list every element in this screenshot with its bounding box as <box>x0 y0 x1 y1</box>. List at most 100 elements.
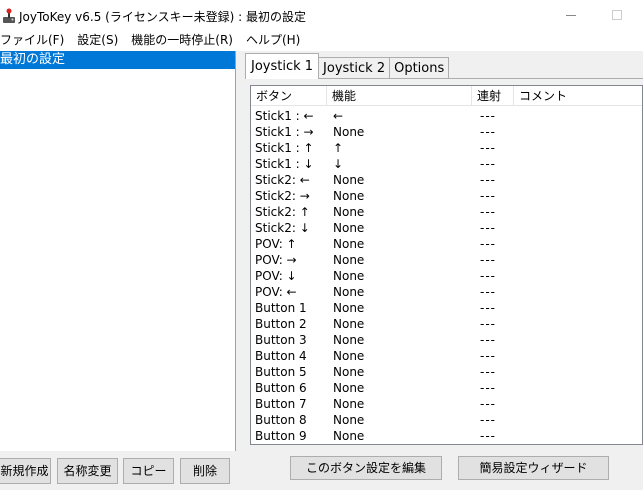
cell-turbo: --- <box>480 381 496 395</box>
table-row[interactable]: Button 1 None --- <box>251 300 642 316</box>
minimize-icon <box>566 14 576 16</box>
menu-bar: ファイル(F) 設定(S) 機能の一時停止(R) ヘルプ(H) <box>0 30 643 50</box>
cell-function: None <box>333 173 365 187</box>
joystick-icon <box>3 8 15 23</box>
cell-function: None <box>333 301 365 315</box>
cell-function: None <box>333 253 365 267</box>
mapping-panel: Joystick 1 Joystick 2 Options ボタン 機能 連射 … <box>242 51 643 490</box>
cell-turbo: --- <box>480 333 496 347</box>
cell-button-name: Button 1 <box>255 301 307 315</box>
new-config-button[interactable]: 新規作成 <box>0 458 51 484</box>
list-header: ボタン 機能 連射 コメント <box>251 86 642 106</box>
table-row[interactable]: Stick2: ↑ None --- <box>251 204 642 220</box>
cell-button-name: Button 8 <box>255 413 307 427</box>
table-row[interactable]: Button 9 None --- <box>251 428 642 444</box>
table-row[interactable]: Stick1 : ↓ ↓ --- <box>251 156 642 172</box>
cell-turbo: --- <box>480 109 496 123</box>
table-row[interactable]: Stick2: ← None --- <box>251 172 642 188</box>
cell-button-name: Stick1 : ↓ <box>255 157 314 171</box>
cell-button-name: Stick1 : ← <box>255 109 314 123</box>
cell-function: None <box>333 317 365 331</box>
table-row[interactable]: Stick1 : → None --- <box>251 124 642 140</box>
cell-turbo: --- <box>480 365 496 379</box>
table-row[interactable]: Button 2 None --- <box>251 316 642 332</box>
cell-button-name: Button 9 <box>255 429 307 443</box>
cell-button-name: Stick2: ↓ <box>255 221 310 235</box>
table-row[interactable]: Button 8 None --- <box>251 412 642 428</box>
menu-pause[interactable]: 機能の一時停止(R) <box>131 30 233 50</box>
cell-function: None <box>333 221 365 235</box>
cell-turbo: --- <box>480 125 496 139</box>
cell-button-name: POV: ↑ <box>255 237 297 251</box>
table-row[interactable]: Button 3 None --- <box>251 332 642 348</box>
column-header-button[interactable]: ボタン <box>251 86 327 106</box>
cell-turbo: --- <box>480 205 496 219</box>
tab-strip: Joystick 1 Joystick 2 Options <box>245 53 450 79</box>
cell-function: None <box>333 429 365 443</box>
cell-turbo: --- <box>480 189 496 203</box>
table-row[interactable]: Stick1 : ← ← --- <box>251 108 642 124</box>
table-row[interactable]: Button 7 None --- <box>251 396 642 412</box>
config-panel: 最初の設定 <box>0 51 236 451</box>
maximize-button[interactable] <box>594 0 640 30</box>
rename-config-button[interactable]: 名称変更 <box>57 458 118 484</box>
minimize-button[interactable] <box>548 0 594 30</box>
copy-config-button[interactable]: コピー <box>123 458 174 484</box>
tab-options[interactable]: Options <box>389 57 450 79</box>
cell-button-name: Button 3 <box>255 333 307 347</box>
window-title: JoyToKey v6.5 (ライセンスキー未登録) : 最初の設定 <box>19 10 306 24</box>
edit-button-setting-button[interactable]: このボタン設定を編集 <box>290 456 442 480</box>
cell-turbo: --- <box>480 285 496 299</box>
cell-turbo: --- <box>480 253 496 267</box>
button-mapping-list[interactable]: ボタン 機能 連射 コメント Stick1 : ← ← --- Stick1 : → N… <box>250 85 643 445</box>
table-row[interactable]: Button 5 None --- <box>251 364 642 380</box>
table-row[interactable]: POV: → None --- <box>251 252 642 268</box>
cell-function: None <box>333 189 365 203</box>
column-header-function[interactable]: 機能 <box>327 86 472 106</box>
menu-file[interactable]: ファイル(F) <box>0 30 64 50</box>
cell-turbo: --- <box>480 173 496 187</box>
menu-help[interactable]: ヘルプ(H) <box>246 30 300 50</box>
table-row[interactable]: Button 4 None --- <box>251 348 642 364</box>
cell-button-name: Button 2 <box>255 317 307 331</box>
config-item[interactable]: 最初の設定 <box>0 51 235 69</box>
table-row[interactable]: POV: ← None --- <box>251 284 642 300</box>
cell-button-name: Stick2: ← <box>255 173 310 187</box>
cell-button-name: POV: → <box>255 253 297 267</box>
cell-turbo: --- <box>480 157 496 171</box>
cell-function: None <box>333 125 365 139</box>
tab-joystick-1[interactable]: Joystick 1 <box>245 53 320 79</box>
cell-button-name: Stick2: ↑ <box>255 205 310 219</box>
cell-function: None <box>333 237 365 251</box>
column-header-turbo[interactable]: 連射 <box>472 86 514 106</box>
table-row[interactable]: Stick2: ↓ None --- <box>251 220 642 236</box>
table-row[interactable]: Stick2: → None --- <box>251 188 642 204</box>
cell-function: None <box>333 285 365 299</box>
table-row[interactable]: Stick1 : ↑ ↑ --- <box>251 140 642 156</box>
table-row[interactable]: POV: ↑ None --- <box>251 236 642 252</box>
maximize-icon <box>612 10 622 20</box>
cell-turbo: --- <box>480 349 496 363</box>
cell-function: None <box>333 397 365 411</box>
table-row[interactable]: POV: ↓ None --- <box>251 268 642 284</box>
cell-function: None <box>333 349 365 363</box>
cell-function: None <box>333 269 365 283</box>
setup-wizard-button[interactable]: 簡易設定ウィザード <box>458 456 609 480</box>
tab-joystick-2[interactable]: Joystick 2 <box>318 57 391 79</box>
cell-turbo: --- <box>480 317 496 331</box>
cell-turbo: --- <box>480 221 496 235</box>
cell-button-name: Button 6 <box>255 381 307 395</box>
table-row[interactable]: Button 6 None --- <box>251 380 642 396</box>
cell-function: None <box>333 365 365 379</box>
menu-settings[interactable]: 設定(S) <box>77 30 118 50</box>
cell-button-name: POV: ← <box>255 285 297 299</box>
title-bar: JoyToKey v6.5 (ライセンスキー未登録) : 最初の設定 <box>0 0 643 30</box>
cell-function: ↓ <box>333 157 344 171</box>
cell-turbo: --- <box>480 429 496 443</box>
cell-turbo: --- <box>480 269 496 283</box>
delete-config-button[interactable]: 削除 <box>180 458 230 484</box>
config-list[interactable]: 最初の設定 <box>0 51 235 451</box>
column-header-comment[interactable]: コメント <box>514 86 642 106</box>
cell-function: None <box>333 205 365 219</box>
cell-turbo: --- <box>480 237 496 251</box>
